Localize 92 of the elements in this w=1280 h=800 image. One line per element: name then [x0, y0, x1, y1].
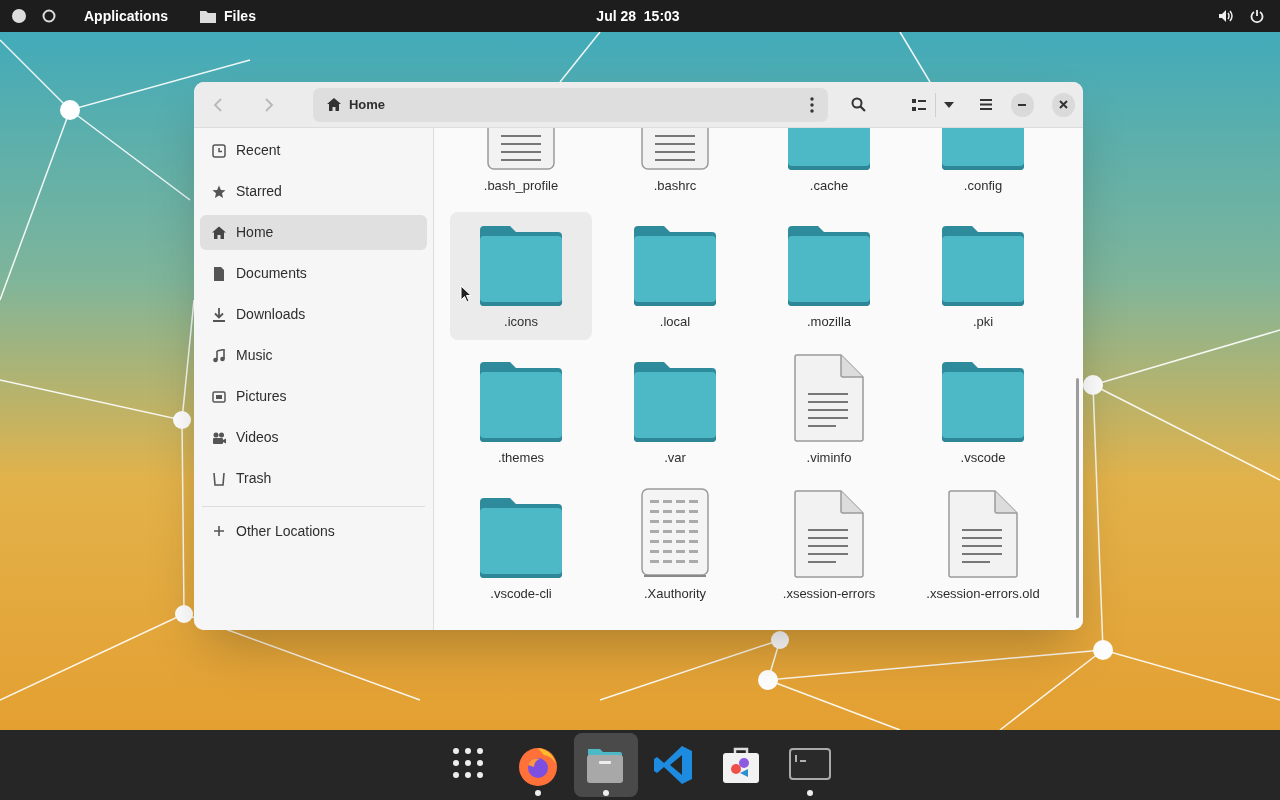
- minimize-button[interactable]: [1010, 92, 1034, 117]
- workspace-dot-icon[interactable]: [12, 9, 26, 23]
- app-menu[interactable]: Files: [200, 5, 256, 27]
- close-icon: [1058, 100, 1068, 109]
- folder-icon: [480, 498, 562, 578]
- path-label: Home: [348, 95, 387, 114]
- folder-icon: [200, 9, 216, 23]
- sidebar-item[interactable]: Downloads: [200, 297, 427, 332]
- binary-file-icon: [641, 488, 709, 578]
- file-item[interactable]: .pki: [912, 212, 1054, 340]
- file-name: .mozilla: [806, 313, 852, 331]
- volume-icon[interactable]: [1218, 9, 1234, 23]
- file-name: .bashrc: [653, 177, 697, 195]
- file-item[interactable]: .vscode: [912, 348, 1054, 476]
- file-item[interactable]: .Xauthority: [604, 484, 746, 612]
- plus-icon: [212, 524, 226, 538]
- video-icon: [212, 430, 226, 445]
- text-file-icon: [794, 490, 864, 578]
- file-item[interactable]: .bashrc: [604, 128, 746, 204]
- file-name: .icons: [504, 313, 538, 331]
- file-name: .local: [659, 313, 691, 331]
- file-item[interactable]: .bash_profile: [450, 128, 592, 204]
- network-node: [60, 100, 80, 120]
- caret-icon: [943, 101, 954, 108]
- file-name: .Xauthority: [643, 585, 707, 603]
- workspace-dot-icon[interactable]: [42, 9, 56, 23]
- recent-icon: [212, 143, 226, 158]
- mouse-pointer-icon: [460, 285, 472, 303]
- file-name: .vscode: [960, 449, 1006, 467]
- sidebar-item[interactable]: Documents: [200, 256, 427, 291]
- sidebar-item[interactable]: Music: [200, 338, 427, 373]
- download-icon: [212, 307, 226, 322]
- file-name: .viminfo: [806, 449, 852, 467]
- network-node: [1093, 640, 1113, 660]
- file-name: .vscode-cli: [490, 585, 552, 603]
- sidebar-item[interactable]: Trash: [200, 461, 427, 496]
- home-icon: [326, 98, 341, 111]
- minimize-icon: [1018, 103, 1027, 106]
- file-item[interactable]: .mozilla: [758, 212, 900, 340]
- file-name: .bash_profile: [483, 177, 559, 195]
- scrollbar[interactable]: [1076, 378, 1079, 618]
- folder-icon: [634, 226, 716, 306]
- forward-icon: [263, 97, 274, 112]
- home-icon: [212, 225, 226, 240]
- menu-icon: [979, 99, 992, 110]
- file-item[interactable]: .xsession-errors: [758, 484, 900, 612]
- file-item[interactable]: .config: [912, 128, 1054, 204]
- document-icon: [212, 266, 226, 281]
- sidebar-item[interactable]: Home: [200, 215, 427, 250]
- path-bar[interactable]: Home: [312, 87, 829, 122]
- file-name: .cache: [809, 177, 849, 195]
- folder-icon: [788, 226, 870, 306]
- file-item[interactable]: .var: [604, 348, 746, 476]
- sidebar-item[interactable]: Recent: [200, 133, 427, 168]
- network-node: [173, 411, 191, 429]
- sidebar-item[interactable]: Videos: [200, 420, 427, 455]
- clock[interactable]: Jul 28 15:03: [596, 5, 680, 27]
- text-file-icon: [794, 354, 864, 442]
- file-name: .config: [963, 177, 1003, 195]
- star-icon: [212, 184, 226, 199]
- more-icon[interactable]: [810, 96, 815, 113]
- file-item[interactable]: .themes: [450, 348, 592, 476]
- file-item[interactable]: .viminfo: [758, 348, 900, 476]
- sidebar-item[interactable]: Other Locations: [200, 517, 427, 545]
- music-icon: [212, 348, 226, 363]
- file-name: .xsession-errors.old: [926, 585, 1040, 603]
- file-name: .var: [664, 449, 686, 467]
- network-node: [758, 670, 778, 690]
- search-icon: [851, 97, 866, 112]
- back-icon: [213, 97, 224, 112]
- file-name: .xsession-errors: [782, 585, 876, 603]
- folder-icon: [634, 362, 716, 442]
- close-button[interactable]: [1051, 92, 1075, 117]
- file-item[interactable]: .cache: [758, 128, 900, 204]
- folder-icon: [480, 226, 562, 306]
- applications-menu[interactable]: Applications: [84, 5, 168, 27]
- picture-icon: [212, 389, 226, 404]
- file-name: .themes: [497, 449, 545, 467]
- file-name: .pki: [972, 313, 994, 331]
- file-item[interactable]: .local: [604, 212, 746, 340]
- list-view-icon: [912, 98, 927, 111]
- trash-icon: [212, 471, 226, 486]
- sidebar-item[interactable]: Starred: [200, 174, 427, 209]
- folder-icon: [942, 226, 1024, 306]
- file-item[interactable]: .xsession-errors.old: [912, 484, 1054, 612]
- power-icon[interactable]: [1250, 9, 1264, 23]
- file-item[interactable]: .icons: [450, 212, 592, 340]
- file-item[interactable]: .vscode-cli: [450, 484, 592, 612]
- text-file-icon: [948, 490, 1018, 578]
- sidebar-item[interactable]: Pictures: [200, 379, 427, 414]
- folder-icon: [942, 362, 1024, 442]
- folder-icon: [480, 362, 562, 442]
